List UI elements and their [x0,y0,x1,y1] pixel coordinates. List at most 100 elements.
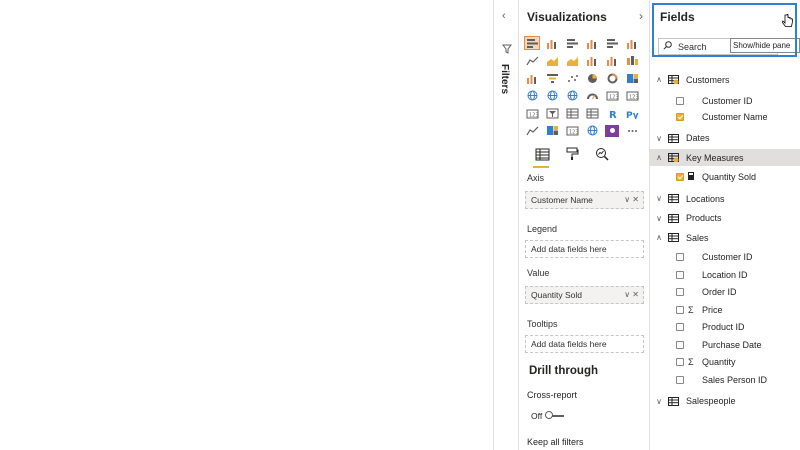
fields-tab-icon[interactable] [533,146,551,162]
expand-filters-chevron-icon[interactable]: ‹ [502,10,506,22]
table-name: Dates [686,133,710,143]
drill-through-heading: Drill through [529,365,598,377]
field-name: Customer ID [702,96,753,106]
chevron-up-icon[interactable]: ∧ [655,233,663,242]
table-name: Locations [686,193,725,204]
field-checkbox[interactable] [676,253,684,261]
filters-label[interactable]: Filters [499,64,510,94]
key-influencers-icon[interactable] [525,125,539,137]
fields-header-highlight [652,3,797,57]
clustered-bar-icon[interactable] [565,37,579,49]
line-chart-icon[interactable] [525,55,539,67]
more-visuals-icon[interactable] [625,125,639,137]
card-icon[interactable]: 123 [605,90,619,102]
funnel-icon[interactable] [545,72,559,84]
field-row[interactable]: Σ Price [650,301,800,318]
field-checkbox[interactable] [676,288,684,296]
kpi-icon[interactable]: 123 [525,107,539,119]
value-field-value: Quantity Sold [531,290,583,300]
chevron-down-icon[interactable]: ∨ [655,134,663,143]
multirow-card-icon[interactable]: 123 [625,90,639,102]
field-checkbox[interactable] [676,305,684,314]
chevron-down-icon[interactable]: ∨ [655,397,663,406]
value-well[interactable]: Quantity Sold ∨ ✕ [525,286,644,304]
format-paint-roller-icon[interactable] [563,146,581,162]
clustered-column-icon[interactable] [585,37,599,49]
pie-icon[interactable] [585,72,599,84]
r-visual-icon[interactable]: R [605,107,619,119]
line-clustered-column-icon[interactable] [605,55,619,67]
field-row[interactable]: Location ID [650,266,800,283]
chevron-up-icon[interactable]: ∧ [655,75,663,84]
shape-map-icon[interactable] [565,90,579,102]
chevron-down-icon[interactable]: ∨ [655,214,663,223]
field-row[interactable]: Customer ID [650,249,800,266]
matrix-icon[interactable] [585,107,599,119]
cross-report-toggle[interactable]: Off [531,411,565,421]
table-row[interactable]: ∧ Customers [650,71,800,88]
scatter-icon[interactable] [565,72,579,84]
table-row[interactable]: ∨ Products [650,210,800,227]
field-row[interactable]: Sales Person ID [650,371,800,388]
field-checkbox[interactable] [676,270,684,279]
analytics-magnifier-icon[interactable] [593,146,611,162]
table-row[interactable]: ∨ Dates [650,130,800,147]
table-name: Key Measures [686,152,744,163]
field-checkbox[interactable] [676,173,684,181]
waterfall-icon[interactable] [525,72,539,84]
map-icon[interactable] [525,90,539,102]
field-row[interactable]: Customer ID [650,93,800,110]
field-row[interactable]: Order ID [650,284,800,301]
table-row[interactable]: ∨ Locations [650,190,800,207]
table-row[interactable]: ∧ Sales [650,229,800,246]
legend-well[interactable]: Add data fields here [525,240,644,258]
100-bar-icon[interactable] [605,37,619,49]
stacked-area-icon[interactable] [565,55,579,67]
field-row[interactable]: Purchase Date [650,336,800,353]
ribbon-chart-icon[interactable] [625,55,639,67]
table-row[interactable]: ∧ Key Measures [650,149,800,166]
custom-visual-icon[interactable] [605,124,619,137]
chevron-up-icon[interactable]: ∧ [655,153,663,162]
axis-well-controls[interactable]: ∨ ✕ [624,195,639,204]
field-checkbox[interactable] [676,112,684,121]
field-row[interactable]: Product ID [650,319,800,336]
field-checkbox[interactable] [676,97,684,105]
table-icon[interactable] [565,107,579,119]
tooltips-well[interactable]: Add data fields here [525,335,644,353]
field-checkbox[interactable] [676,358,684,366]
field-checkbox[interactable] [676,323,684,331]
table-name: Salespeople [686,396,736,406]
filled-map-icon[interactable] [545,90,559,102]
tooltips-placeholder: Add data fields here [531,339,607,349]
toggle-track[interactable] [545,411,565,419]
field-name: Quantity Sold [702,172,757,182]
report-canvas[interactable] [0,0,494,450]
filters-pane-collapsed[interactable]: ‹ Filters [494,0,519,450]
value-well-controls[interactable]: ∨ ✕ [624,290,639,299]
arcgis-icon[interactable] [585,125,599,137]
slicer-icon[interactable] [545,107,559,119]
field-row[interactable]: Quantity Sold [650,169,800,186]
line-column-icon[interactable] [585,55,599,67]
svg-text:123: 123 [629,95,639,101]
python-visual-icon[interactable]: Py [625,107,639,119]
field-checkbox[interactable] [676,340,684,349]
field-row[interactable]: Customer Name [650,108,800,125]
area-chart-icon[interactable] [545,55,559,67]
decomposition-tree-icon[interactable] [545,125,559,137]
collapse-visualizations-chevron-icon[interactable]: › [639,9,643,23]
table-row[interactable]: ∨ Salespeople [650,393,800,410]
axis-well[interactable]: Customer Name ∨ ✕ [525,191,644,209]
stacked-column-icon[interactable] [545,37,559,49]
toggle-knob[interactable] [545,411,554,419]
field-checkbox[interactable] [676,375,684,384]
chevron-down-icon[interactable]: ∨ [655,194,663,203]
treemap-icon[interactable] [625,72,639,84]
100-column-icon[interactable] [625,37,639,49]
field-row[interactable]: Σ Quantity [650,354,800,371]
stacked-bar-icon[interactable] [524,36,540,50]
gauge-icon[interactable] [585,90,599,102]
donut-icon[interactable] [605,72,619,84]
qa-icon[interactable]: 123 [565,125,579,137]
